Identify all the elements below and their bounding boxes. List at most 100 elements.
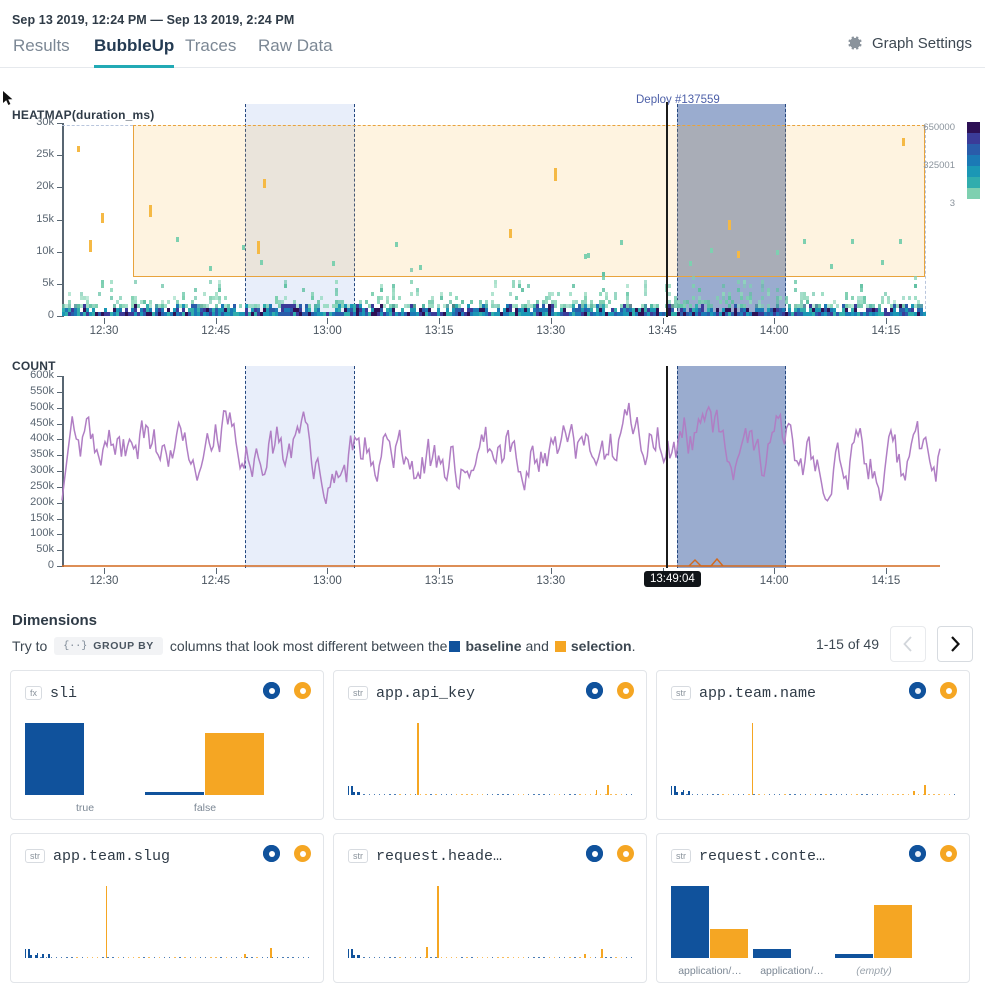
dimension-card[interactable]: str app.team.name xyxy=(656,670,970,820)
histogram-tick xyxy=(486,956,489,958)
histogram-tick xyxy=(450,956,453,958)
histogram-tick xyxy=(630,793,633,795)
histogram-tick xyxy=(569,956,571,958)
heatmap-y-tick-label: 10k xyxy=(36,244,54,257)
selection-bar xyxy=(710,929,748,958)
histogram-tick xyxy=(414,956,417,958)
histogram-tick xyxy=(594,956,597,958)
heatmap-chart[interactable]: 30k 25k 20k 15k 10k 5k 0 12:30 12:45 13:00 13:15 13… xyxy=(0,102,985,338)
tab-bubbleup[interactable]: BubbleUp xyxy=(94,36,175,68)
selection-swatch xyxy=(554,640,566,652)
selection-spike xyxy=(105,886,108,958)
selection-toggle-dot[interactable] xyxy=(617,845,634,862)
tab-traces[interactable]: Traces xyxy=(185,36,236,65)
histogram-tick xyxy=(97,956,99,958)
histogram-tick xyxy=(210,956,212,958)
count-chart[interactable]: 600k 550k 500k 450k 400k 350k 300k 250k 200k 150k… xyxy=(0,366,985,587)
dimension-card[interactable]: str app.team.slug xyxy=(10,833,324,983)
selection-spike xyxy=(751,723,754,795)
histogram-tick xyxy=(456,793,458,795)
histogram-tick xyxy=(404,793,406,795)
pagination-next-button[interactable] xyxy=(937,626,973,662)
heatmap-x-tick xyxy=(439,318,441,324)
histogram-tick xyxy=(358,791,360,795)
baseline-toggle-dot[interactable] xyxy=(586,845,603,862)
selection-toggle-dot[interactable] xyxy=(940,845,957,862)
histogram-tick xyxy=(169,956,171,958)
histogram-tick xyxy=(605,956,607,958)
graph-settings-button[interactable]: Graph Settings xyxy=(846,34,972,52)
histogram-tick xyxy=(256,956,258,958)
dimension-card[interactable]: str app.api_key xyxy=(333,670,647,820)
baseline-bar xyxy=(25,723,84,795)
histogram-tick xyxy=(30,954,32,958)
histogram-tick xyxy=(282,956,284,958)
gear-icon xyxy=(848,36,862,50)
dimension-card[interactable]: fx sli true false xyxy=(10,670,324,820)
histogram-tick xyxy=(184,956,186,958)
baseline-spike xyxy=(48,954,50,958)
histogram-tick xyxy=(887,793,889,795)
count-zero-series-bump xyxy=(688,557,724,567)
histogram-tick xyxy=(138,956,140,958)
baseline-toggle-dot[interactable] xyxy=(263,682,280,699)
tab-results[interactable]: Results xyxy=(13,36,70,65)
histogram-tick xyxy=(368,956,370,958)
histogram-tick xyxy=(158,956,161,958)
chevron-right-icon xyxy=(951,636,961,652)
selection-spike xyxy=(243,954,246,958)
histogram-tick xyxy=(246,956,248,958)
count-x-tick xyxy=(774,568,776,574)
selection-label: selection xyxy=(570,638,632,654)
tab-raw-data[interactable]: Raw Data xyxy=(258,36,333,65)
heatmap-x-tick-label: 13:45 xyxy=(648,325,677,337)
histogram-tick xyxy=(528,956,530,958)
histogram-tick xyxy=(610,793,612,795)
selection-toggle-dot[interactable] xyxy=(940,682,957,699)
selection-toggle-dot[interactable] xyxy=(294,682,311,699)
baseline-spike xyxy=(27,948,30,958)
histogram-tick xyxy=(497,956,499,958)
time-tooltip: 13:49:04 xyxy=(644,571,701,587)
count-x-tick-label: 14:15 xyxy=(871,575,901,587)
baseline-toggle-dot[interactable] xyxy=(263,845,280,862)
baseline-toggle-dot[interactable] xyxy=(909,845,926,862)
baseline-spike xyxy=(350,948,353,958)
heatmap-x-tick-label: 14:15 xyxy=(871,325,901,337)
histogram-tick xyxy=(215,956,217,958)
dimension-name-label: app.team.name xyxy=(699,684,817,702)
histogram-tick xyxy=(25,949,27,958)
baseline-toggle-dot[interactable] xyxy=(586,682,603,699)
histogram-tick xyxy=(384,956,386,958)
histogram-tick xyxy=(373,793,376,795)
dimension-card-plot xyxy=(25,876,311,974)
baseline-spike xyxy=(682,789,685,795)
deploy-marker-line xyxy=(666,102,668,317)
selection-spike xyxy=(437,886,440,958)
column-type-badge: str xyxy=(348,848,368,864)
histogram-tick xyxy=(378,956,381,958)
histogram-tick xyxy=(481,793,484,795)
group-by-button[interactable]: {··} GROUP BY xyxy=(54,637,163,655)
dimension-name-label: app.api_key xyxy=(376,684,476,702)
histogram-tick xyxy=(928,793,930,795)
selection-toggle-dot[interactable] xyxy=(294,845,311,862)
histogram-tick xyxy=(528,793,530,795)
dimension-card-plot: true false xyxy=(25,713,311,814)
baseline-toggle-dot[interactable] xyxy=(909,682,926,699)
count-x-tick-label: 12:30 xyxy=(89,575,119,587)
pagination-prev-button[interactable] xyxy=(890,626,926,662)
histogram-tick xyxy=(430,956,432,958)
heatmap-y-tick-label: 0 xyxy=(47,309,54,321)
legend-swatch xyxy=(967,177,980,188)
histogram-tick xyxy=(722,793,724,795)
dimension-card[interactable]: str request.conte… application/… applicatio… xyxy=(656,833,970,983)
selection-toggle-dot[interactable] xyxy=(617,682,634,699)
histogram-tick xyxy=(409,956,412,958)
dimension-card[interactable]: str request.heade… xyxy=(333,833,647,983)
histogram-tick xyxy=(543,793,545,795)
selection-spike xyxy=(912,790,915,795)
legend-swatch xyxy=(967,155,980,166)
histogram-tick xyxy=(461,956,463,958)
histogram-tick xyxy=(564,956,566,958)
